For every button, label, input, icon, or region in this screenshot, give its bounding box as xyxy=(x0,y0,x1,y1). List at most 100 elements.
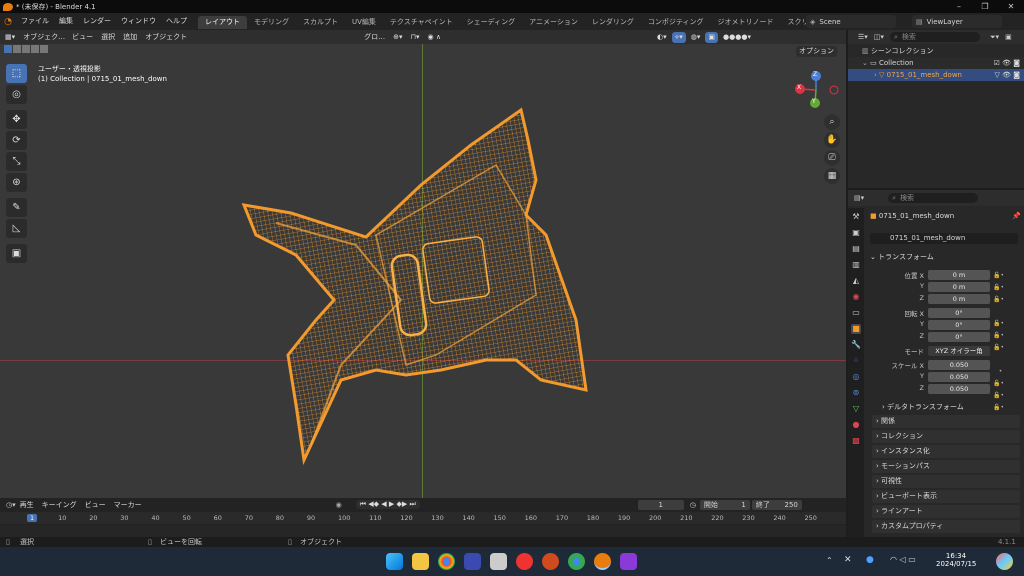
clock[interactable]: 16:34 2024/07/15 xyxy=(936,552,976,568)
object-name-field[interactable]: 0715_01_mesh_down xyxy=(870,233,1018,244)
mesh-object[interactable] xyxy=(236,105,596,465)
transform-orientation[interactable]: グロ… xyxy=(361,31,389,43)
viewlayer-selector[interactable]: ▤ ViewLayer xyxy=(912,15,1002,28)
outliner-collection[interactable]: ⌄ ▭ Collection ☑ 👁 ◙ xyxy=(848,57,1024,69)
camera-view-icon[interactable]: ⎚ xyxy=(824,150,840,166)
blender-menu-icon[interactable]: ◔ xyxy=(0,13,16,30)
close-button[interactable]: ✕ xyxy=(998,0,1024,13)
tab-modeling[interactable]: モデリング xyxy=(247,16,296,29)
section-relations[interactable]: › 関係 xyxy=(872,415,1020,428)
texture-tab-icon[interactable]: ▩ xyxy=(851,436,861,446)
particles-tab-icon[interactable]: ⁘ xyxy=(851,356,861,366)
timeline-menu-playback[interactable]: 再生 xyxy=(16,498,38,512)
cursor-tool-icon[interactable]: ◎ xyxy=(6,85,27,104)
tab-sculpt[interactable]: スカルプト xyxy=(296,16,345,29)
rotation-z-field[interactable]: 0° xyxy=(928,332,990,342)
modifier-tab-icon[interactable]: 🔧 xyxy=(851,340,861,350)
shading-modes[interactable]: ●●●●▾ xyxy=(720,31,754,43)
outliner-editor-icon[interactable]: ☰▾ xyxy=(858,33,868,41)
powerpoint-icon[interactable] xyxy=(542,553,559,570)
timeline-editor-icon[interactable]: ◷▾ xyxy=(6,501,16,509)
measure-tool-icon[interactable]: ◺ xyxy=(6,219,27,238)
render-tab-icon[interactable]: ▣ xyxy=(851,228,861,238)
options-button[interactable]: オプション xyxy=(796,46,837,57)
pin-icon[interactable]: 📌 xyxy=(1012,212,1021,220)
select-box-tool-icon[interactable]: ⬚ xyxy=(6,64,27,83)
viewport-menu-add[interactable]: 追加 xyxy=(119,30,141,44)
properties-search-input[interactable]: ⌕ 検索 xyxy=(888,193,979,203)
annotate-tool-icon[interactable]: ✎ xyxy=(6,198,27,217)
output-tab-icon[interactable]: ▤ xyxy=(851,244,861,254)
chrome-profile-icon[interactable] xyxy=(568,553,585,570)
proportional-edit-icon[interactable]: ◉ ∧ xyxy=(424,31,444,43)
rotate-tool-icon[interactable]: ⟳ xyxy=(6,131,27,150)
menu-help[interactable]: ヘルプ xyxy=(161,13,192,30)
filter-icon[interactable]: ⏷▾ xyxy=(990,33,999,42)
delta-transform-section[interactable]: › デルタトランスフォーム xyxy=(882,402,964,412)
section-visibility[interactable]: › 可視性 xyxy=(872,475,1020,488)
section-instancing[interactable]: › インスタンス化 xyxy=(872,445,1020,458)
outliner-search-input[interactable]: ⌕ 検索 xyxy=(889,32,980,42)
pan-hand-icon[interactable]: ✋ xyxy=(824,132,840,148)
section-custom-properties[interactable]: › カスタムプロパティ xyxy=(872,520,1020,533)
outliner-object[interactable]: › ▽ 0715_01_mesh_down ▽ 👁 ◙ xyxy=(848,69,1024,81)
close-x-icon[interactable]: ✕ xyxy=(844,555,852,565)
tab-shading[interactable]: シェーディング xyxy=(460,16,523,29)
section-motion-paths[interactable]: › モーションパス xyxy=(872,460,1020,473)
scale-x-field[interactable]: 0.050 xyxy=(928,360,990,370)
select-extend-icon[interactable] xyxy=(13,45,21,53)
new-collection-icon[interactable]: ▣ xyxy=(1005,33,1012,41)
select-invert-icon[interactable] xyxy=(31,45,39,53)
chrome-icon[interactable] xyxy=(438,553,455,570)
blender-taskbar-icon[interactable] xyxy=(594,553,611,570)
object-tab-icon[interactable]: ■ xyxy=(851,324,861,334)
tab-layout[interactable]: レイアウト xyxy=(198,16,247,29)
data-tab-icon[interactable]: ▽ xyxy=(851,404,861,414)
tab-compositing[interactable]: コンポジティング xyxy=(641,16,711,29)
tool-tab-icon[interactable]: ⚒ xyxy=(851,212,861,222)
select-intersect-icon[interactable] xyxy=(40,45,48,53)
scene-tab-icon[interactable]: ◭ xyxy=(851,276,861,286)
current-frame-field[interactable]: 1 xyxy=(637,499,684,510)
keyframe-area[interactable] xyxy=(0,525,846,537)
windows-start-icon[interactable] xyxy=(386,553,403,570)
material-tab-icon[interactable]: ● xyxy=(851,420,861,430)
mode-selector[interactable]: オブジェク… xyxy=(20,31,69,43)
select-new-icon[interactable] xyxy=(4,45,12,53)
3d-viewport[interactable]: ▦▾ オブジェク… ビュー 選択 追加 オブジェクト グロ… ⊕▾ ⊓▾ ◉ ∧… xyxy=(0,30,846,498)
menu-render[interactable]: レンダー xyxy=(78,13,116,30)
timeline-menu-keying[interactable]: キーイング xyxy=(38,498,81,512)
collection-tab-icon[interactable]: ▭ xyxy=(851,308,861,318)
tab-rendering[interactable]: レンダリング xyxy=(585,16,641,29)
object-visibility-icons[interactable]: ▽ 👁 ◙ xyxy=(994,69,1020,81)
location-x-field[interactable]: 0 m xyxy=(928,270,990,280)
add-cube-tool-icon[interactable]: ▣ xyxy=(6,244,27,263)
snap-icon[interactable]: ⊓▾ xyxy=(407,31,423,43)
location-y-field[interactable]: 0 m xyxy=(928,282,990,292)
select-subtract-icon[interactable] xyxy=(22,45,30,53)
properties-editor-icon[interactable]: ▤▾ xyxy=(854,194,864,202)
collection-visibility-icons[interactable]: ☑ 👁 ◙ xyxy=(994,57,1020,69)
scale-y-field[interactable]: 0.050 xyxy=(928,372,990,382)
location-z-field[interactable]: 0 m xyxy=(928,294,990,304)
wifi-icon[interactable]: ◠ ◁ ▭ xyxy=(890,555,916,564)
grid-projection-icon[interactable]: ▦ xyxy=(824,168,840,184)
outliner-scene-collection[interactable]: ▥ シーンコレクション xyxy=(848,45,1024,57)
gizmo-toggle-icon[interactable]: ⟡▾ xyxy=(671,31,686,43)
viewport-menu-object[interactable]: オブジェクト xyxy=(141,30,191,44)
copilot-icon[interactable] xyxy=(996,553,1013,570)
physics-tab-icon[interactable]: ◎ xyxy=(851,372,861,382)
rotation-y-field[interactable]: 0° xyxy=(928,320,990,330)
display-mode-icon[interactable]: ◫▾ xyxy=(874,33,884,41)
menu-edit[interactable]: 編集 xyxy=(54,13,78,30)
viewport-menu-select[interactable]: 選択 xyxy=(97,30,119,44)
pdf-app-icon[interactable] xyxy=(516,553,533,570)
minimize-button[interactable]: – xyxy=(946,0,972,13)
editor-type-button[interactable]: ▦▾ xyxy=(2,31,19,43)
playback-controls[interactable]: ⏮ ◀◆ ◀ ▶ ◆▶ ⏭ xyxy=(355,500,420,509)
start-frame-field[interactable]: 開始 1 xyxy=(699,499,750,510)
zoom-icon[interactable]: ⌕ xyxy=(824,114,840,130)
tray-app-icon[interactable]: ● xyxy=(866,555,874,565)
chevron-up-icon[interactable]: ⌃ xyxy=(826,556,833,565)
section-line-art[interactable]: › ラインアート xyxy=(872,505,1020,518)
